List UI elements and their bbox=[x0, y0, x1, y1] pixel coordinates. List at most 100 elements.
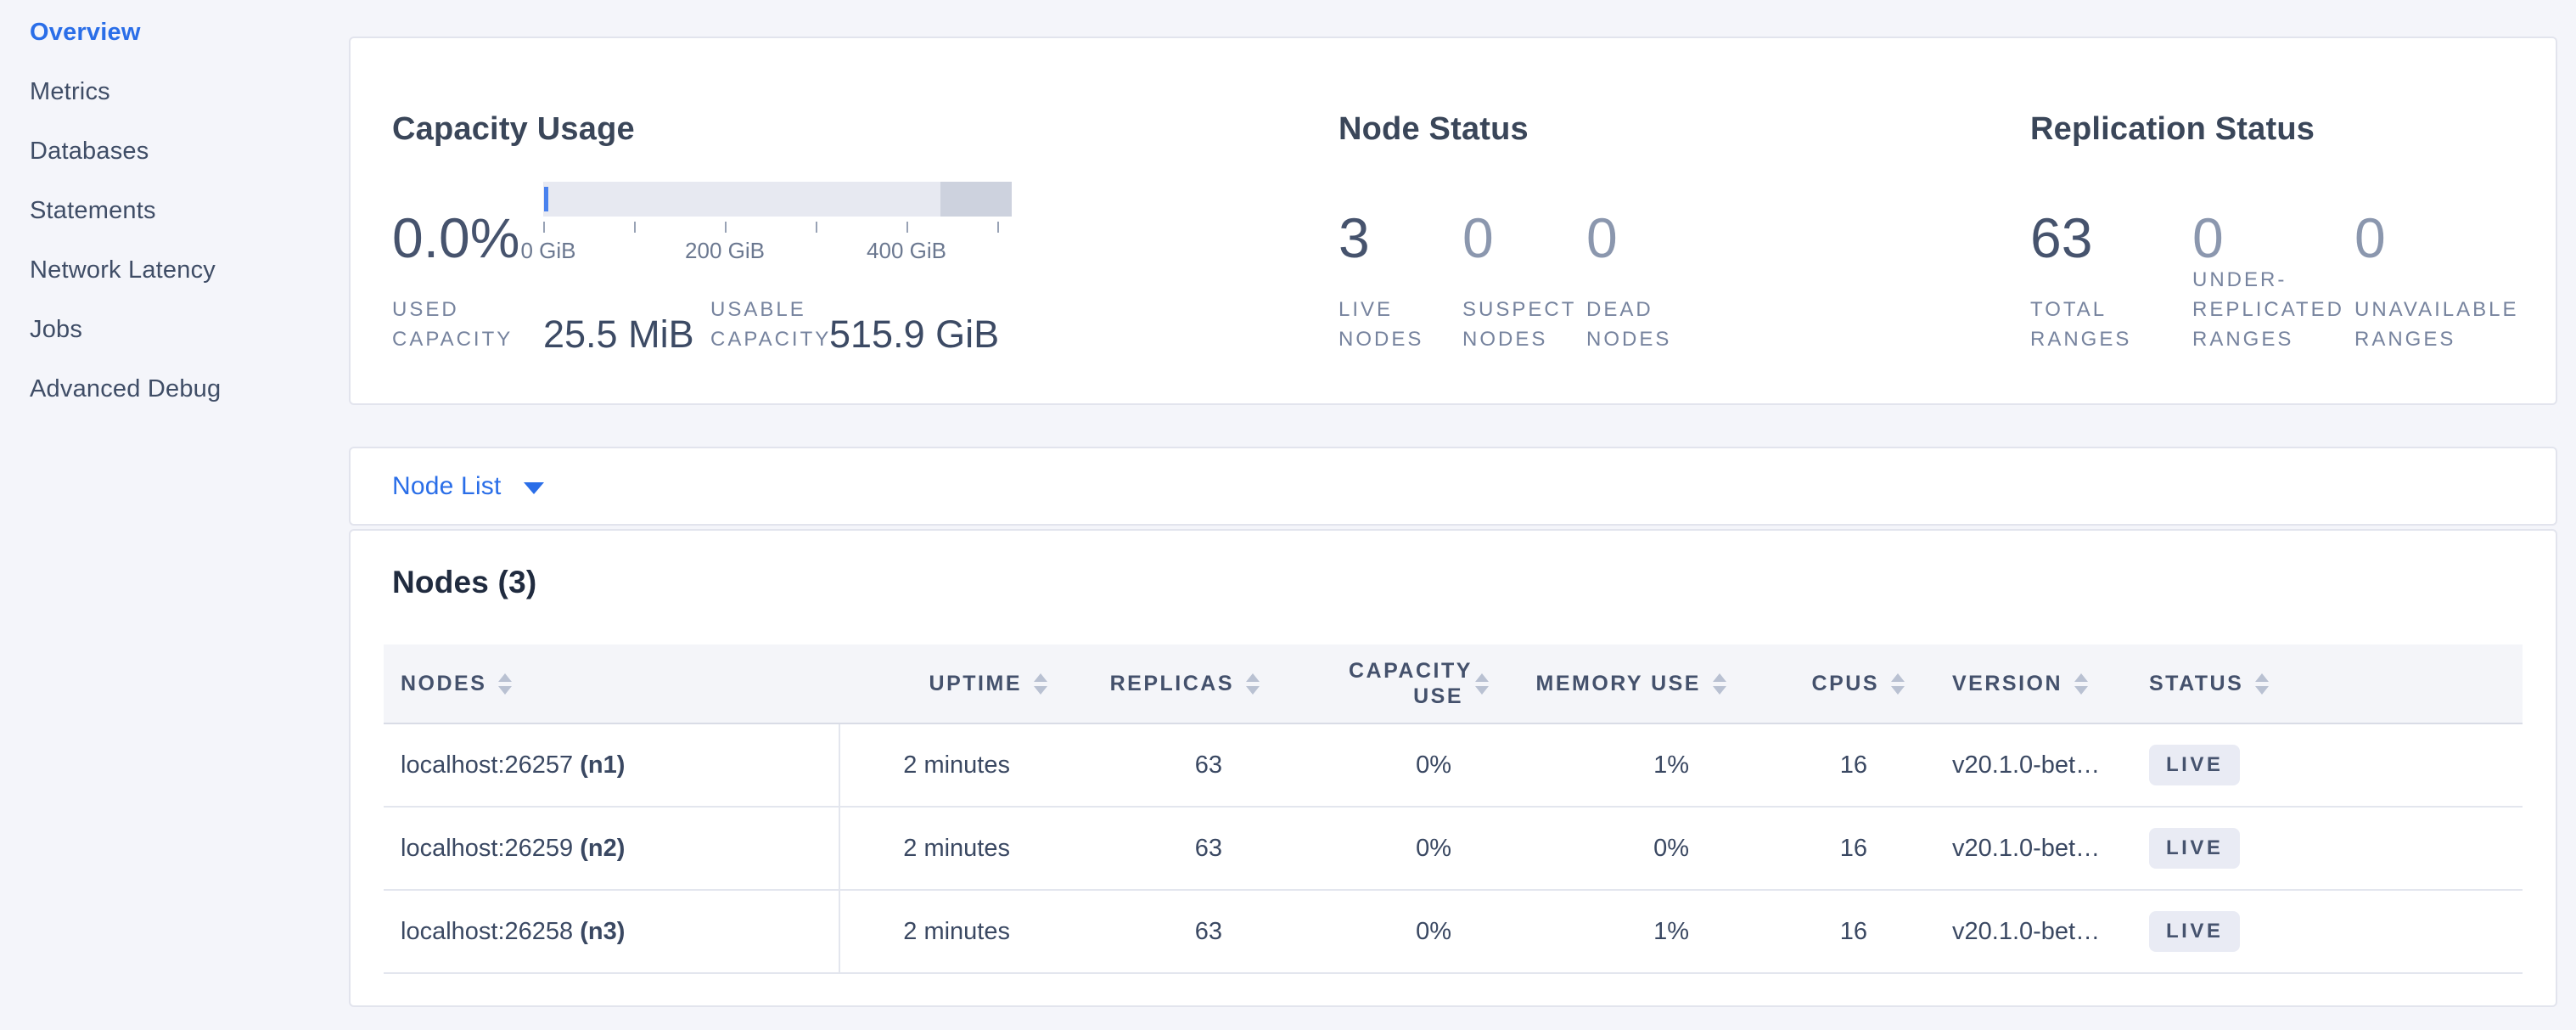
sidebar-item-jobs[interactable]: Jobs bbox=[30, 318, 349, 342]
replication-numbers: 63 0 0 bbox=[2030, 208, 2517, 267]
replicas-cell: 63 bbox=[1054, 890, 1266, 973]
table-row: localhost:26257 (n1) 2 minutes 63 0% 1% … bbox=[384, 723, 2523, 807]
sort-icon[interactable] bbox=[1475, 673, 1489, 695]
capacity-gauge-axis-labels: 0 GiB 200 GiB 400 GiB bbox=[543, 238, 1019, 263]
uptime-cell: 2 minutes bbox=[839, 807, 1054, 890]
under-replicated-ranges-count: 0 bbox=[2192, 208, 2354, 267]
replicas-cell: 63 bbox=[1054, 723, 1266, 807]
status-cell: LIVE bbox=[2132, 807, 2523, 890]
node-status-labels: LIVE NODES SUSPECT NODES DEAD NODES bbox=[1339, 295, 1710, 354]
node-address-cell[interactable]: localhost:26259 (n2) bbox=[384, 807, 839, 890]
capacity-usage-title: Capacity Usage bbox=[392, 111, 635, 148]
version-cell: v20.1.0-bet… bbox=[1911, 723, 2132, 807]
node-status-title: Node Status bbox=[1339, 111, 1529, 148]
node-address-cell[interactable]: localhost:26257 (n1) bbox=[384, 723, 839, 807]
column-header-memory-use[interactable]: MEMORY USE bbox=[1496, 644, 1733, 723]
usable-capacity-value: 515.9 GiB bbox=[829, 315, 999, 354]
status-cell: LIVE bbox=[2132, 890, 2523, 973]
capacity-use-cell: 0% bbox=[1266, 723, 1496, 807]
axis-label-0gib: 0 GiB bbox=[520, 238, 575, 264]
suspect-nodes-count: 0 bbox=[1462, 208, 1586, 267]
axis-label-200gib: 200 GiB bbox=[685, 238, 765, 264]
unavailable-ranges-count: 0 bbox=[2354, 208, 2517, 267]
dead-nodes-label: DEAD NODES bbox=[1586, 295, 1710, 354]
sort-icon[interactable] bbox=[1891, 673, 1905, 695]
cpus-column-label: CPUS bbox=[1812, 671, 1879, 696]
capacity-gauge-nonusable-segment bbox=[940, 182, 1012, 217]
sort-icon[interactable] bbox=[2074, 673, 2088, 695]
axis-label-400gib: 400 GiB bbox=[867, 238, 946, 264]
column-header-cpus[interactable]: CPUS bbox=[1733, 644, 1911, 723]
uptime-cell: 2 minutes bbox=[839, 723, 1054, 807]
sidebar-item-databases[interactable]: Databases bbox=[30, 139, 349, 164]
nodes-table-card: Nodes (3) NODES UPTIME bbox=[349, 529, 2557, 1007]
nodes-table-title: Nodes (3) bbox=[392, 565, 536, 600]
live-nodes-count: 3 bbox=[1339, 208, 1462, 267]
column-header-version[interactable]: VERSION bbox=[1911, 644, 2132, 723]
total-ranges-count: 63 bbox=[2030, 208, 2192, 267]
cluster-summary-card: Capacity Usage 0.0% 0 GiB 200 GiB 400 Gi… bbox=[349, 37, 2557, 405]
column-header-nodes[interactable]: NODES bbox=[384, 644, 839, 723]
sidebar-item-network-latency[interactable]: Network Latency bbox=[30, 258, 349, 283]
node-address-cell[interactable]: localhost:26258 (n3) bbox=[384, 890, 839, 973]
table-row: localhost:26258 (n3) 2 minutes 63 0% 1% … bbox=[384, 890, 2523, 973]
total-ranges-label: TOTAL RANGES bbox=[2030, 295, 2192, 354]
memory-use-column-label: MEMORY USE bbox=[1536, 671, 1701, 696]
cpus-cell: 16 bbox=[1733, 890, 1911, 973]
node-list-toolbar-card: Node List bbox=[349, 447, 2557, 526]
cpus-cell: 16 bbox=[1733, 807, 1911, 890]
sort-icon[interactable] bbox=[2255, 673, 2269, 695]
sidebar-item-overview[interactable]: Overview bbox=[30, 20, 349, 45]
memory-use-cell: 0% bbox=[1496, 807, 1733, 890]
sort-icon[interactable] bbox=[1713, 673, 1726, 695]
capacity-gauge: 0 GiB 200 GiB 400 GiB bbox=[543, 182, 1019, 263]
table-row: localhost:26259 (n2) 2 minutes 63 0% 0% … bbox=[384, 807, 2523, 890]
caret-down-icon bbox=[524, 482, 544, 494]
column-header-capacity-use[interactable]: CAPACITY USE bbox=[1266, 644, 1496, 723]
status-badge: LIVE bbox=[2149, 828, 2240, 869]
capacity-gauge-used-marker bbox=[544, 187, 548, 211]
capacity-use-cell: 0% bbox=[1266, 890, 1496, 973]
column-header-replicas[interactable]: REPLICAS bbox=[1054, 644, 1266, 723]
used-capacity-value: 25.5 MiB bbox=[543, 315, 710, 354]
capacity-stats: USED CAPACITY 25.5 MiB USABLE CAPACITY 5… bbox=[392, 295, 999, 354]
sidebar-item-metrics[interactable]: Metrics bbox=[30, 80, 349, 104]
sidebar: Overview Metrics Databases Statements Ne… bbox=[0, 0, 349, 1030]
replicas-column-label: REPLICAS bbox=[1110, 671, 1234, 696]
usable-capacity-label: USABLE CAPACITY bbox=[710, 295, 829, 354]
replication-status-title: Replication Status bbox=[2030, 111, 2315, 148]
version-column-label: VERSION bbox=[1952, 671, 2062, 696]
capacity-gauge-bar bbox=[543, 182, 1012, 217]
table-header-row: NODES UPTIME REPLICAS CAPACITY USE MEMOR bbox=[384, 644, 2523, 723]
capacity-gauge-axis bbox=[543, 222, 1019, 234]
nodes-table: NODES UPTIME REPLICAS CAPACITY USE MEMOR bbox=[384, 644, 2523, 974]
version-cell: v20.1.0-bet… bbox=[1911, 890, 2132, 973]
status-cell: LIVE bbox=[2132, 723, 2523, 807]
uptime-column-label: UPTIME bbox=[929, 671, 1022, 696]
sort-icon[interactable] bbox=[498, 673, 512, 695]
memory-use-cell: 1% bbox=[1496, 723, 1733, 807]
capacity-used-percent: 0.0% bbox=[392, 208, 519, 267]
replication-labels: TOTAL RANGES UNDER-REPLICATED RANGES UNA… bbox=[2030, 265, 2550, 354]
status-column-label: STATUS bbox=[2149, 671, 2243, 696]
node-list-dropdown[interactable]: Node List bbox=[392, 472, 544, 501]
sort-icon[interactable] bbox=[1246, 673, 1260, 695]
used-capacity-label: USED CAPACITY bbox=[392, 295, 543, 354]
column-header-uptime[interactable]: UPTIME bbox=[839, 644, 1054, 723]
capacity-use-cell: 0% bbox=[1266, 807, 1496, 890]
overview-page: Overview Metrics Databases Statements Ne… bbox=[0, 0, 2576, 1030]
status-badge: LIVE bbox=[2149, 911, 2240, 952]
column-header-status[interactable]: STATUS bbox=[2132, 644, 2523, 723]
suspect-nodes-label: SUSPECT NODES bbox=[1462, 295, 1586, 354]
status-badge: LIVE bbox=[2149, 745, 2240, 785]
version-cell: v20.1.0-bet… bbox=[1911, 807, 2132, 890]
dead-nodes-count: 0 bbox=[1586, 208, 1710, 267]
under-replicated-ranges-label: UNDER-REPLICATED RANGES bbox=[2192, 265, 2354, 354]
replicas-cell: 63 bbox=[1054, 807, 1266, 890]
sidebar-item-advanced-debug[interactable]: Advanced Debug bbox=[30, 377, 349, 402]
nodes-column-label: NODES bbox=[401, 671, 486, 696]
sidebar-item-statements[interactable]: Statements bbox=[30, 199, 349, 223]
sort-icon[interactable] bbox=[1034, 673, 1047, 695]
node-list-dropdown-label: Node List bbox=[392, 472, 502, 501]
uptime-cell: 2 minutes bbox=[839, 890, 1054, 973]
